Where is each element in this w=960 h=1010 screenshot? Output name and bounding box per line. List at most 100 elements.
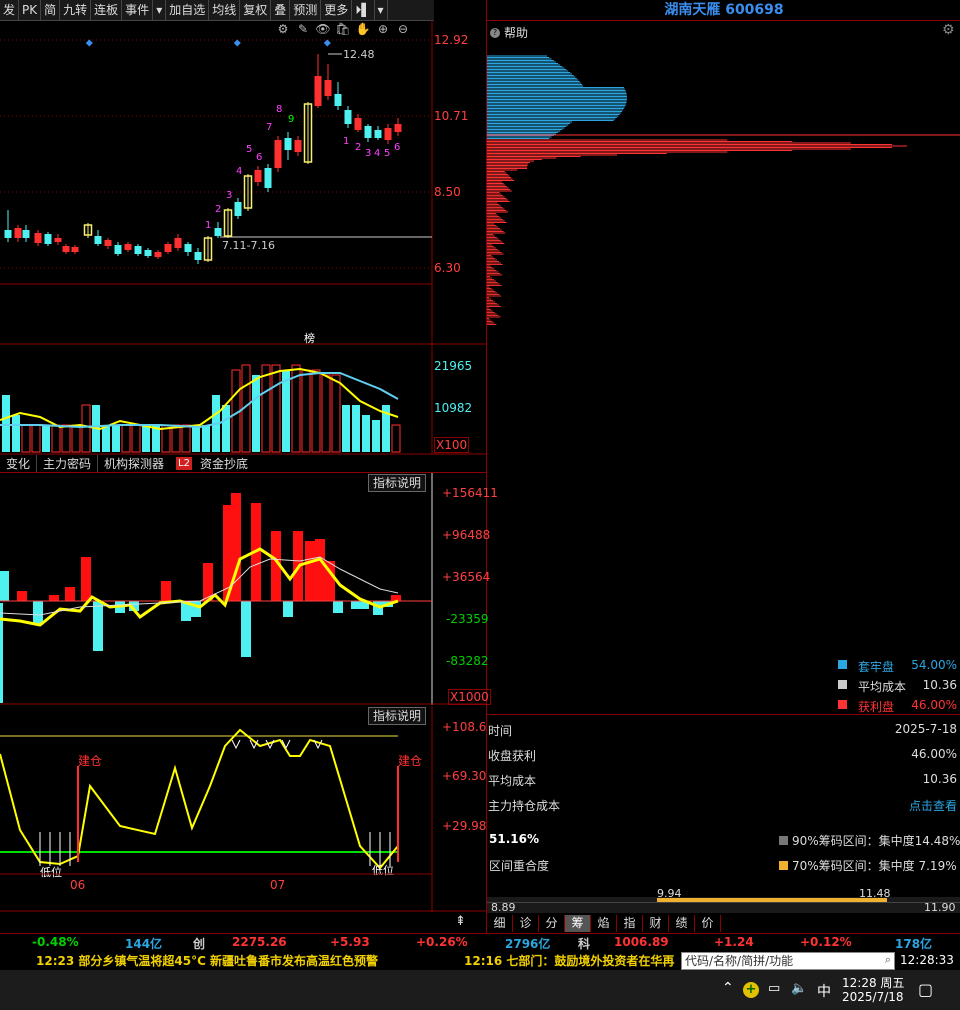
toolbar-item-7[interactable]: 加自选	[166, 0, 210, 20]
toolbar-item-0[interactable]: 发	[0, 0, 20, 20]
hand-icon[interactable]: ✋	[355, 22, 371, 36]
index-ticker: -0.48% 144亿 创 2275.26 +5.93 +0.26% 2796亿 科 1006.…	[0, 933, 960, 952]
indicator-desc-button-1[interactable]: 指标说明	[368, 474, 427, 492]
settings-icon[interactable]: ⚙	[275, 22, 291, 36]
ticker-item: 178亿	[895, 937, 933, 951]
panel-tab-8[interactable]: 价	[695, 915, 721, 932]
signal-diamond	[85, 39, 93, 47]
search-box[interactable]: 代码/名称/简拼/功能 ⌕	[681, 952, 895, 970]
app-tray-icon[interactable]: +	[743, 982, 759, 998]
indicator-tab-1[interactable]: 主力密码	[37, 455, 99, 472]
panel-tab-0[interactable]: 细	[487, 915, 513, 932]
gear-icon[interactable]: ⚙	[942, 22, 955, 38]
toolbar-item-10[interactable]: 叠	[271, 0, 291, 20]
indicator-tab-2[interactable]: 机构探测器	[98, 455, 170, 472]
info-label: 时间	[488, 724, 513, 738]
month-label: 07	[270, 878, 285, 892]
indicator1-axis-label: -83282	[446, 654, 489, 668]
toolbar-item-4[interactable]: 连板	[91, 0, 123, 20]
volume-chart	[0, 345, 486, 455]
eye-icon[interactable]: 👁	[315, 22, 331, 36]
indicator-tab-3[interactable]: L2	[176, 457, 192, 470]
td-down-label: 3	[365, 148, 371, 159]
candle-body	[264, 168, 272, 188]
volume-bar	[301, 369, 311, 453]
candle-body	[284, 138, 292, 150]
volume-bar	[12, 415, 20, 452]
panel-tab-6[interactable]: 财	[643, 915, 669, 932]
candle-body	[184, 244, 192, 252]
panel-tab-5[interactable]: 指	[617, 915, 643, 932]
ime-indicator[interactable]: 中	[817, 981, 831, 1001]
candle-body	[124, 244, 132, 250]
taskbar: ⌃ + ▭ 🔈 中 12:28 周五 2025/7/18 ▢	[0, 970, 960, 1010]
overlap-label: 区间重合度	[489, 859, 550, 873]
candle-body	[294, 140, 302, 152]
band-v2: 11.48	[859, 887, 891, 900]
volume-bar	[2, 395, 10, 452]
ticker-item: +0.26%	[416, 935, 468, 949]
network-icon[interactable]: ▭	[768, 981, 780, 996]
toolbar-item-8[interactable]: 均线	[209, 0, 241, 20]
legend-value: 10.36	[922, 678, 957, 692]
candle-body	[194, 252, 202, 260]
pen-icon[interactable]: ✎	[295, 22, 311, 36]
panel-tab-3[interactable]: 筹	[565, 915, 591, 932]
toolbar-item-12[interactable]: 更多	[321, 0, 353, 20]
toolbar-item-9[interactable]: 复权	[240, 0, 272, 20]
candle-body	[234, 202, 242, 216]
search-icon[interactable]: ⌕	[885, 953, 891, 967]
zoom-in-icon[interactable]: ⊕	[375, 22, 391, 36]
band90-swatch	[779, 836, 788, 845]
taskbar-date[interactable]: 2025/7/18	[842, 990, 904, 1004]
toolbar-item-5[interactable]: 事件	[122, 0, 154, 20]
candle-body	[34, 233, 42, 243]
candle-body	[344, 110, 352, 124]
chevron-up-icon[interactable]: ⌃	[722, 980, 734, 996]
flow-bar	[0, 571, 9, 601]
flow-bar	[93, 601, 103, 651]
indicator-tab-4[interactable]: 资金抄底	[194, 455, 254, 472]
flow-bar	[283, 601, 293, 617]
volume-bar	[81, 404, 91, 453]
zoom-out-icon[interactable]: ⊖	[395, 22, 411, 36]
candlestick-chart[interactable]: 12.487.11-7.16123456789123 4 56榜	[0, 20, 486, 345]
news-item-1[interactable]: 12:23 部分乡镇气温将超45°C 新疆吐鲁番市发布高温红色预警	[36, 952, 378, 969]
toolbar-item-11[interactable]: 预测	[290, 0, 322, 20]
panel-tab-2[interactable]: 分	[539, 915, 565, 932]
signal-diamond	[233, 39, 241, 47]
volume-bar	[252, 375, 260, 452]
candle-body	[62, 246, 70, 252]
panel-tab-1[interactable]: 诊	[513, 915, 539, 932]
search-input[interactable]: 代码/名称/简拼/功能	[682, 954, 793, 968]
volume-bar	[202, 425, 210, 452]
clock: 12:28:33	[900, 953, 954, 967]
help-link[interactable]: ? 帮助	[490, 24, 528, 41]
toolbar-item-14[interactable]: ▾	[375, 0, 388, 20]
toolbar-item-13[interactable]: ⏵▌	[352, 0, 375, 20]
ticker-item: +5.93	[330, 935, 370, 949]
candle-body	[22, 230, 30, 238]
volume-icon[interactable]: 🔈	[791, 981, 807, 996]
news-ticker: 12:23 部分乡镇气温将超45°C 新疆吐鲁番市发布高温红色预警 12:16 …	[0, 951, 960, 970]
info-value[interactable]: 点击查看	[860, 797, 957, 814]
range-label: 7.11-7.16	[222, 239, 275, 252]
volume-bar	[331, 374, 341, 453]
scroll-top-icon[interactable]: ⇞	[455, 914, 466, 929]
bag-icon[interactable]: 🛍	[335, 22, 351, 36]
news-item-2[interactable]: 12:16 七部门：鼓励境外投资者在华再	[464, 952, 679, 969]
taskbar-time[interactable]: 12:28 周五	[842, 974, 904, 991]
panel-tab-7[interactable]: 绩	[669, 915, 695, 932]
indicator2-axis-label: +29.98	[442, 819, 487, 833]
volume-bar	[222, 405, 230, 452]
toolbar-item-2[interactable]: 简	[41, 0, 61, 20]
toolbar-item-1[interactable]: PK	[19, 0, 42, 20]
info-value: 46.00%	[911, 747, 957, 761]
toolbar-item-3[interactable]: 九转	[60, 0, 92, 20]
indicator-tab-0[interactable]: 变化	[0, 455, 38, 472]
volume-bar	[31, 424, 41, 453]
toolbar-item-6[interactable]: ▾	[153, 0, 167, 20]
indicator-desc-button-2[interactable]: 指标说明	[368, 707, 427, 725]
notification-icon[interactable]: ▢	[918, 980, 933, 999]
panel-tab-4[interactable]: 焰	[591, 915, 617, 932]
